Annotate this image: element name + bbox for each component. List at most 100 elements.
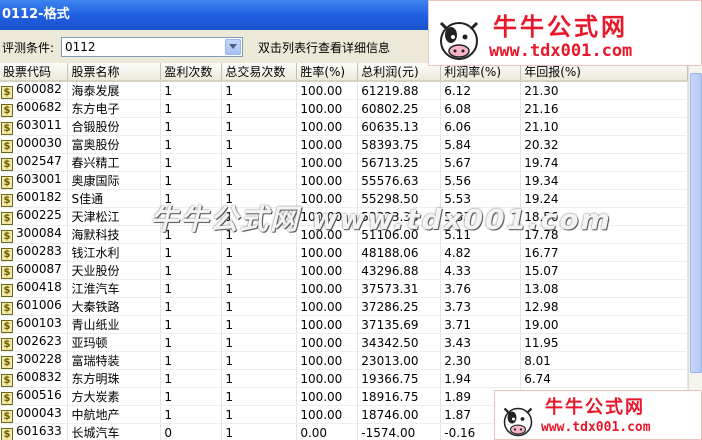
table-cell: 5.84 (440, 135, 522, 154)
stock-icon: $ (1, 248, 13, 261)
stock-icon: $ (1, 230, 13, 243)
stock-code: 300228 (16, 352, 62, 366)
table-cell: 3.71 (440, 315, 522, 334)
stock-code-cell: $600182 (0, 189, 69, 208)
stock-code-cell: $603001 (0, 171, 69, 190)
table-row[interactable]: $603011 合锻股份 1 1 100.00 60635.13 6.06 21.10 (0, 117, 688, 136)
table-cell: 1 (160, 405, 223, 424)
table-row[interactable]: $600087 天业股份 1 1 100.00 43296.88 4.33 15.07 (0, 261, 688, 280)
table-cell: 100.00 (296, 261, 359, 280)
column-header[interactable]: 总交易次数 (221, 63, 298, 82)
table-row[interactable]: $002623 亚玛顿 1 1 100.00 34342.50 3.43 11.95 (0, 333, 688, 352)
stock-code-cell: $600103 (0, 315, 69, 334)
vertical-scrollbar[interactable] (688, 63, 702, 440)
table-row[interactable]: $601006 大秦铁路 1 1 100.00 37286.25 3.73 12.98 (0, 297, 688, 316)
table-cell: 1 (221, 81, 298, 100)
table-row[interactable]: $000030 富奥股份 1 1 100.00 58393.75 5.84 20.32 (0, 135, 688, 154)
table-cell: 1 (221, 423, 298, 440)
stock-code: 002547 (16, 154, 62, 168)
table-cell: 55576.63 (357, 171, 442, 190)
window-title: 0112-格式 (2, 7, 70, 22)
table-cell: 钱江水利 (67, 243, 162, 262)
site-logo-bottom: 牛牛公式网 www.tdx001.com (494, 390, 702, 440)
column-header[interactable]: 股票代码 (0, 63, 69, 82)
stock-code-cell: $000043 (0, 405, 69, 424)
column-header[interactable]: 股票名称 (67, 63, 162, 82)
column-header[interactable]: 盈利次数 (160, 63, 223, 82)
table-cell: 1 (160, 171, 223, 190)
table-cell: 1 (160, 369, 223, 388)
stock-code-cell: $600682 (0, 99, 69, 118)
stock-code-cell: $600418 (0, 279, 69, 298)
table-cell: 6.12 (440, 81, 522, 100)
chevron-down-icon[interactable] (225, 39, 241, 55)
table-row[interactable]: $600283 钱江水利 1 1 100.00 48188.06 4.82 16.77 (0, 243, 688, 262)
stock-code-cell: $300084 (0, 225, 69, 244)
stock-code-cell: $600082 (0, 81, 69, 100)
table-cell: 1 (221, 279, 298, 298)
table-cell: 18916.75 (357, 387, 442, 406)
table-cell: 长城汽车 (67, 423, 162, 440)
table-cell: 亚玛顿 (67, 333, 162, 352)
stock-icon: $ (1, 194, 13, 207)
stock-icon: $ (1, 428, 13, 440)
table-cell: 1 (160, 387, 223, 406)
table-cell: 1.94 (440, 369, 522, 388)
criteria-select[interactable]: 0112 (61, 37, 243, 57)
table-cell: 东方明珠 (67, 369, 162, 388)
scrollbar-thumb[interactable] (690, 73, 702, 373)
stock-icon: $ (1, 86, 13, 99)
logo-title: 牛牛公式网 (493, 13, 628, 41)
cow-mascot-icon (503, 407, 533, 437)
table-cell: 1 (160, 81, 223, 100)
table-cell: 1 (221, 117, 298, 136)
table-row[interactable]: $603001 奥康国际 1 1 100.00 55576.63 5.56 19.34 (0, 171, 688, 190)
table-cell: 6.08 (440, 99, 522, 118)
table-row[interactable]: $600418 江淮汽车 1 1 100.00 37573.31 3.76 13.08 (0, 279, 688, 298)
table-row[interactable]: $600082 海泰发展 1 1 100.00 61219.88 6.12 21.30 (0, 81, 688, 100)
table-row[interactable]: $002547 春兴精工 1 1 100.00 56713.25 5.67 19.74 (0, 153, 688, 172)
table-row[interactable]: $600832 东方明珠 1 1 100.00 19366.75 1.94 6.74 (0, 369, 688, 388)
table-cell: 中航地产 (67, 405, 162, 424)
table-cell: 1 (160, 135, 223, 154)
stock-code-cell: $600225 (0, 207, 69, 226)
stock-icon: $ (1, 158, 13, 171)
table-cell: 12.98 (520, 297, 688, 316)
table-row[interactable]: $600682 东方电子 1 1 100.00 60802.25 6.08 21.16 (0, 99, 688, 118)
table-cell: 1 (160, 315, 223, 334)
table-cell: 1 (160, 117, 223, 136)
table-cell: 江淮汽车 (67, 279, 162, 298)
stock-code: 601633 (16, 424, 62, 438)
table-cell: 13.08 (520, 279, 688, 298)
table-cell: 4.82 (440, 243, 522, 262)
stock-code: 600082 (16, 82, 62, 96)
column-header[interactable]: 胜率(%) (296, 63, 359, 82)
table-cell: 100.00 (296, 333, 359, 352)
stock-code: 600087 (16, 262, 62, 276)
table-cell: 60802.25 (357, 99, 442, 118)
table-cell: 34342.50 (357, 333, 442, 352)
table-cell: 春兴精工 (67, 153, 162, 172)
table-cell: 23013.00 (357, 351, 442, 370)
table-cell: 16.77 (520, 243, 688, 262)
stock-code-cell: $601006 (0, 297, 69, 316)
table-cell: 5.67 (440, 153, 522, 172)
stock-code: 600832 (16, 370, 62, 384)
stock-code-cell: $603011 (0, 117, 69, 136)
table-cell: 富瑞特装 (67, 351, 162, 370)
table-row[interactable]: $600103 青山纸业 1 1 100.00 37135.69 3.71 19.00 (0, 315, 688, 334)
table-row[interactable]: $300228 富瑞特装 1 1 100.00 23013.00 2.30 8.01 (0, 351, 688, 370)
table-cell: 海默科技 (67, 225, 162, 244)
table-cell: 15.07 (520, 261, 688, 280)
table-cell: 60635.13 (357, 117, 442, 136)
stock-icon: $ (1, 374, 13, 387)
results-table[interactable]: 股票代码 股票名称 盈利次数 总交易次数 胜率(%) 总利润(元) 利润率(%) 年回报(%)… (0, 63, 688, 440)
table-cell: 37135.69 (357, 315, 442, 334)
table-cell: 100.00 (296, 117, 359, 136)
stock-code: 300084 (16, 226, 62, 240)
table-cell: 20.32 (520, 135, 688, 154)
table-cell: 天津松江 (67, 207, 162, 226)
stock-code-cell: $300228 (0, 351, 69, 370)
table-cell: 3.43 (440, 333, 522, 352)
table-cell: 100.00 (296, 81, 359, 100)
